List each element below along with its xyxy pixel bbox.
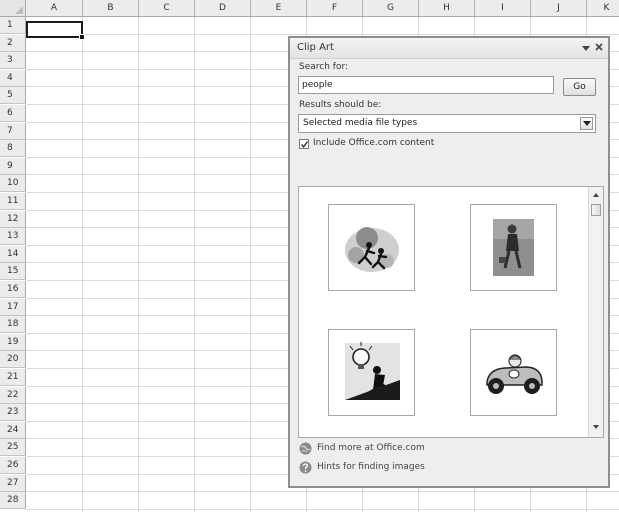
row-header[interactable]: 28 (0, 492, 26, 510)
pane-title-bar[interactable]: Clip Art (290, 38, 608, 59)
row-header[interactable]: 26 (0, 457, 26, 474)
column-header[interactable]: A (26, 0, 83, 17)
column-header[interactable]: F (307, 0, 363, 17)
row-header[interactable]: 5 (0, 87, 26, 105)
clip-art-thumbnail[interactable] (470, 329, 557, 416)
row-header[interactable]: 8 (0, 140, 26, 158)
row-header[interactable]: 17 (0, 298, 26, 316)
running-figures-clipart-icon (345, 227, 399, 272)
media-type-select[interactable]: Selected media file types (298, 114, 596, 133)
column-header[interactable]: K (587, 0, 619, 17)
select-all-corner[interactable] (0, 0, 26, 17)
row-header[interactable]: 4 (0, 69, 26, 87)
results-scrollbar[interactable] (588, 187, 603, 437)
grid-row-line (26, 33, 619, 35)
row-header[interactable]: 27 (0, 474, 26, 492)
row-header[interactable]: 10 (0, 175, 26, 193)
row-header[interactable]: 13 (0, 228, 26, 246)
column-header[interactable]: I (475, 0, 531, 17)
media-type-select-value: Selected media file types (303, 118, 418, 128)
clip-art-thumbnail[interactable] (328, 204, 415, 291)
column-header[interactable]: B (83, 0, 139, 17)
column-header[interactable]: H (419, 0, 475, 17)
globe-icon (299, 442, 312, 455)
checkmark-icon (301, 141, 309, 148)
include-office-content-label: Include Office.com content (313, 138, 435, 148)
row-header[interactable]: 20 (0, 351, 26, 369)
row-header[interactable]: 3 (0, 52, 26, 70)
row-header[interactable]: 12 (0, 210, 26, 228)
help-icon (299, 461, 312, 474)
row-header[interactable]: 22 (0, 386, 26, 404)
scroll-down-icon[interactable] (593, 425, 599, 429)
pane-title: Clip Art (297, 42, 334, 53)
search-for-label: Search for: (299, 62, 349, 72)
hints-finding-images-label: Hints for finding images (317, 462, 425, 472)
row-header[interactable]: 21 (0, 369, 26, 386)
clip-art-thumbnail[interactable] (470, 204, 557, 291)
grid-row-line (26, 508, 619, 510)
clip-art-results (298, 186, 604, 438)
row-header[interactable]: 15 (0, 263, 26, 281)
row-header[interactable]: 7 (0, 122, 26, 140)
find-more-office-label: Find more at Office.com (317, 443, 425, 453)
column-header[interactable]: J (531, 0, 587, 17)
clip-art-pane: Clip Art Search for: Go Results should b… (288, 36, 610, 488)
column-header[interactable]: D (195, 0, 251, 17)
column-header[interactable]: E (251, 0, 307, 17)
row-header[interactable]: 25 (0, 439, 26, 457)
row-header[interactable]: 2 (0, 34, 26, 52)
column-header[interactable]: G (363, 0, 419, 17)
active-cell-a1[interactable] (26, 21, 85, 40)
row-header[interactable]: 19 (0, 333, 26, 351)
clip-art-thumbnail[interactable] (328, 329, 415, 416)
scroll-up-icon[interactable] (593, 193, 599, 197)
include-office-content-checkbox[interactable] (299, 139, 309, 149)
go-button[interactable]: Go (563, 78, 596, 96)
close-icon[interactable] (594, 42, 604, 52)
row-header[interactable]: 9 (0, 157, 26, 175)
row-header[interactable]: 14 (0, 245, 26, 263)
row-header[interactable]: 16 (0, 281, 26, 298)
lightbulb-climber-clipart-icon (345, 342, 400, 400)
pane-options-dropdown-icon[interactable] (581, 44, 591, 52)
row-header[interactable]: 24 (0, 421, 26, 439)
cartoon-car-driver-clipart-icon (486, 354, 543, 394)
row-header[interactable]: 1 (0, 17, 26, 34)
row-header[interactable]: 18 (0, 316, 26, 334)
scroll-thumb[interactable] (591, 204, 601, 216)
results-should-be-label: Results should be: (299, 100, 382, 110)
row-header[interactable]: 6 (0, 105, 26, 122)
row-header[interactable]: 23 (0, 404, 26, 422)
businesswoman-walking-clipart-icon (493, 219, 534, 276)
column-header[interactable]: C (139, 0, 195, 17)
search-input[interactable] (298, 76, 554, 94)
grid-row-line (26, 491, 619, 493)
row-header[interactable]: 11 (0, 193, 26, 210)
chevron-down-icon[interactable] (580, 117, 593, 130)
